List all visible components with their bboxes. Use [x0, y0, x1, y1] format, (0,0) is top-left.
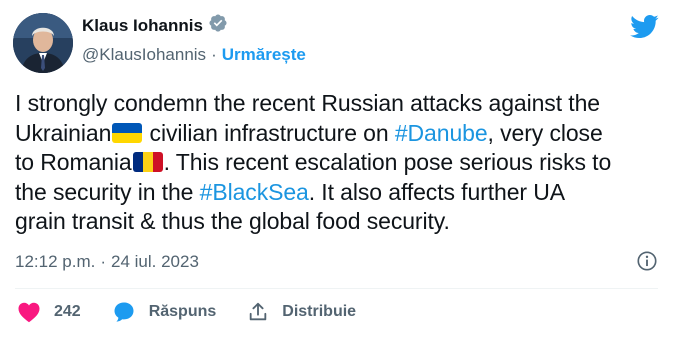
- tweet-line-2b: civilian infrastructure on: [143, 119, 395, 146]
- tweet-line-2c: , very close: [487, 119, 603, 146]
- avatar[interactable]: [13, 13, 73, 73]
- meta-separator: ·: [100, 252, 106, 271]
- reply-button[interactable]: Răspuns: [112, 300, 217, 324]
- hashtag-danube-link[interactable]: #Danube: [395, 120, 488, 146]
- like-count: 242: [54, 303, 81, 320]
- share-button[interactable]: Distribuie: [247, 301, 356, 323]
- share-label: Distribuie: [282, 303, 357, 320]
- tweet-line-1: I strongly condemn the recent Russian at…: [15, 90, 600, 116]
- handle-separator: ·: [211, 45, 217, 64]
- tweet-time[interactable]: 12:12 p.m.: [15, 252, 95, 272]
- verified-badge-icon: [208, 13, 228, 38]
- like-button[interactable]: 242: [17, 301, 81, 323]
- tweet-meta: 12:12 p.m. · 24 iul. 2023: [15, 252, 199, 272]
- author-name[interactable]: Klaus Iohannis: [82, 16, 203, 36]
- ukraine-flag-icon: [112, 122, 143, 143]
- reply-label: Răspuns: [148, 303, 217, 320]
- author-handle-row: @KlausIohannis · Urmărește: [82, 45, 306, 65]
- tweet-date[interactable]: 24 iul. 2023: [111, 252, 199, 272]
- hashtag-blacksea-link[interactable]: #BlackSea: [200, 179, 309, 205]
- divider: [15, 288, 658, 289]
- author-handle[interactable]: @KlausIohannis: [82, 45, 206, 65]
- tweet-line-3a: to Romania: [15, 149, 132, 175]
- tweet-card: Klaus Iohannis @KlausIohannis · Urmăreșt…: [0, 0, 673, 337]
- author-name-row: Klaus Iohannis: [82, 13, 228, 38]
- tweet-line-5: grain transit & thus the global food sec…: [15, 208, 450, 234]
- heart-icon: [18, 302, 40, 323]
- tweet-line-3b: . This recent escalation pose serious ri…: [163, 149, 612, 175]
- action-bar: 242 Răspuns Distribuie: [17, 300, 387, 324]
- tweet-line-2a: Ukrainian: [15, 119, 112, 146]
- tweet-text: I strongly condemn the recent Russian at…: [15, 89, 665, 237]
- tweet-line-4b: . It also affects further UA: [308, 178, 565, 205]
- speech-bubble-icon: [114, 302, 134, 322]
- tweet-line-4a: the security in the: [15, 178, 200, 205]
- romania-flag-icon: [132, 152, 163, 172]
- follow-button[interactable]: Urmărește: [222, 45, 306, 65]
- share-upload-icon: [250, 302, 267, 321]
